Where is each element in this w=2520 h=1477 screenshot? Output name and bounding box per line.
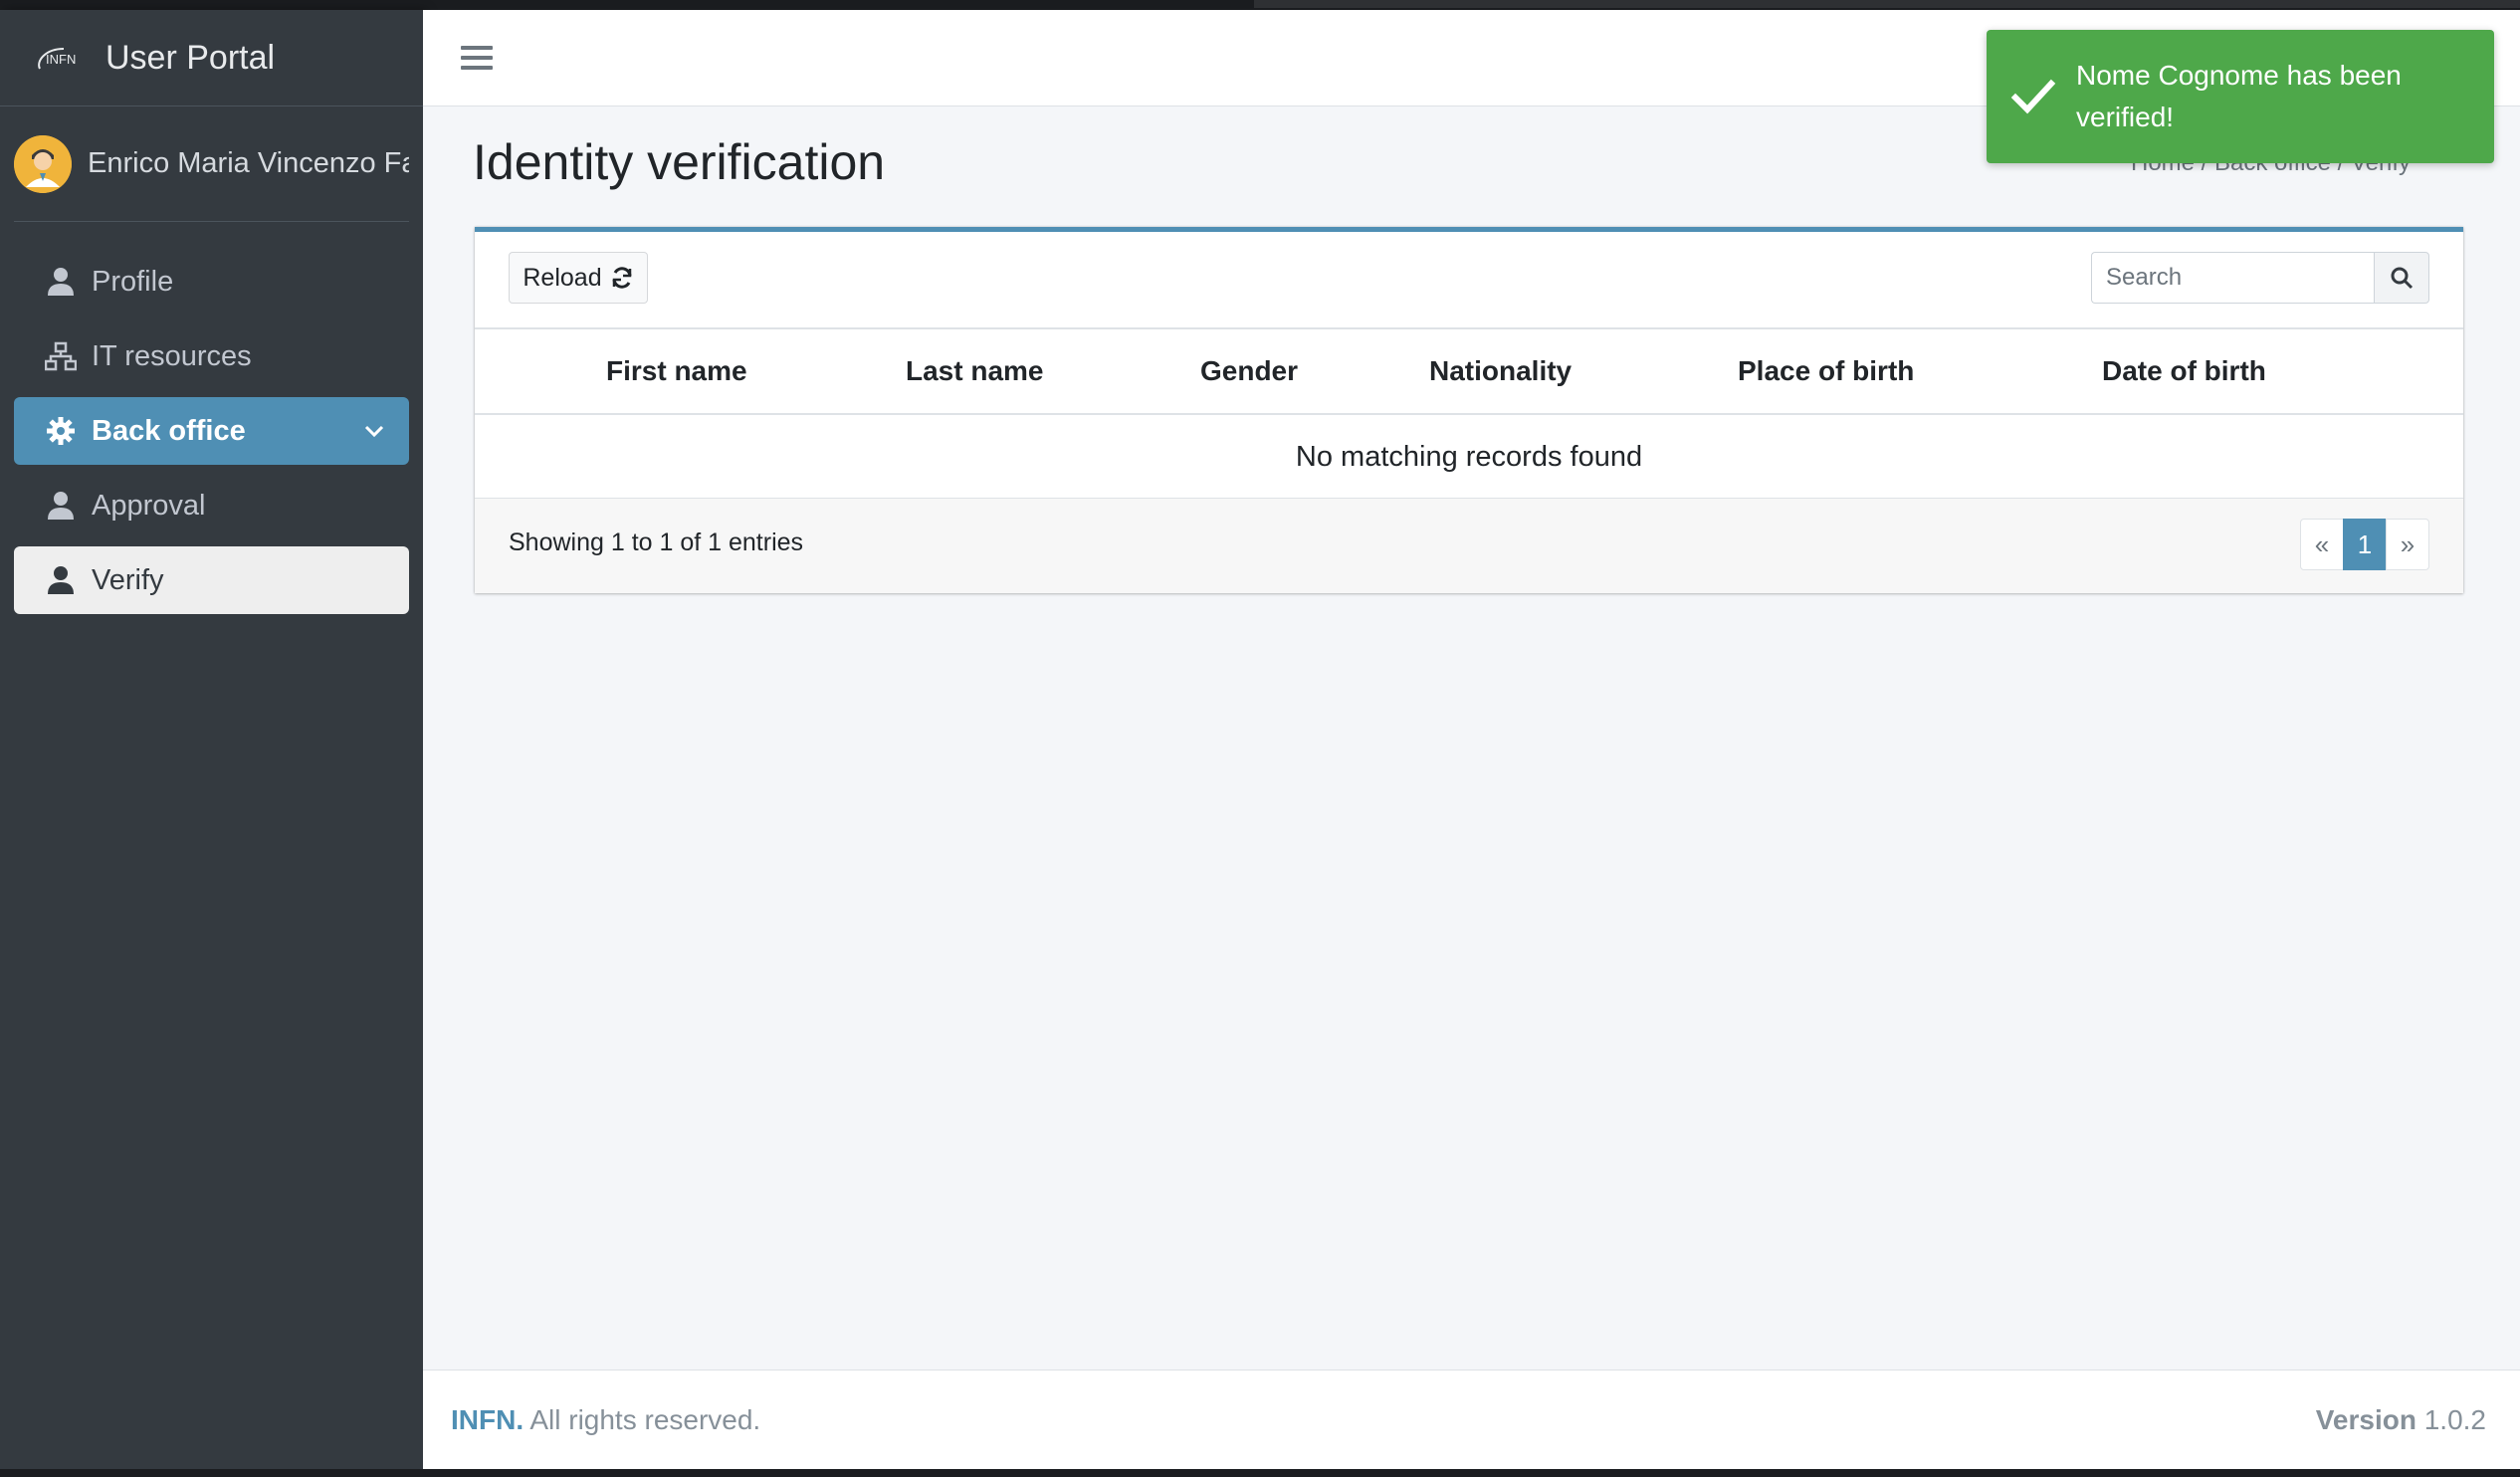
page-title: Identity verification xyxy=(473,134,886,190)
pagination: « 1 » xyxy=(2300,519,2429,570)
reload-button[interactable]: Reload xyxy=(509,252,648,304)
pagination-prev[interactable]: « xyxy=(2300,519,2344,570)
version-label: Version xyxy=(2315,1403,2416,1435)
column-header-first-name[interactable]: First name xyxy=(606,328,906,414)
column-header-place-of-birth[interactable]: Place of birth xyxy=(1738,328,2102,414)
avatar-icon xyxy=(14,134,72,193)
version-info: Version 1.0.2 xyxy=(2316,1404,2486,1436)
empty-table-message: No matching records found xyxy=(1295,441,1643,473)
table-info: Showing 1 to 1 of 1 entries xyxy=(509,528,804,556)
toast-message: Nome Cognome has been verified! xyxy=(2076,60,2402,132)
sidebar-item-label: Approval xyxy=(92,489,206,522)
search-button[interactable] xyxy=(2374,252,2429,304)
gear-icon xyxy=(44,414,78,448)
sidebar-item-label: Verify xyxy=(92,563,164,596)
column-spacer xyxy=(475,328,606,414)
user-icon xyxy=(44,489,78,523)
svg-text:INFN: INFN xyxy=(46,52,76,67)
sidebar-item-label: Back office xyxy=(92,414,246,447)
search-group xyxy=(2091,252,2429,304)
version-number: 1.0.2 xyxy=(2423,1403,2486,1435)
table-toolbar: Reload xyxy=(475,232,2463,327)
chevron-down-icon xyxy=(361,418,387,444)
sidebar-item-label: Profile xyxy=(92,265,174,298)
main-content: Identity verification Home / Back office… xyxy=(423,10,2520,1469)
user-panel[interactable]: Enrico Maria Vincenzo Fa xyxy=(14,106,409,222)
pagination-page-1[interactable]: 1 xyxy=(2343,519,2387,570)
sidebar: INFN User Portal Enrico Maria Vincenzo F… xyxy=(0,10,423,1469)
verification-table-card: Reload First name L xyxy=(475,227,2463,593)
sidebar-item-approval[interactable]: Approval xyxy=(14,472,409,539)
infn-logo-icon: INFN xyxy=(38,48,76,70)
footer-org-link[interactable]: INFN. xyxy=(451,1404,524,1435)
brand-title: User Portal xyxy=(105,38,276,77)
window-top-strip xyxy=(0,0,2520,10)
verification-table: First name Last name Gender Nationality … xyxy=(475,327,2463,500)
sidebar-item-verify[interactable]: Verify xyxy=(14,546,409,614)
copyright: INFN. All rights reserved. xyxy=(451,1404,760,1436)
avatar xyxy=(14,134,72,193)
search-icon xyxy=(2391,267,2414,290)
sidebar-item-it-resources[interactable]: IT resources xyxy=(14,322,409,390)
table-header-row: First name Last name Gender Nationality … xyxy=(475,328,2463,414)
sidebar-item-label: IT resources xyxy=(92,339,252,372)
footer-rights: All rights reserved. xyxy=(524,1403,761,1435)
table-row: No matching records found xyxy=(475,414,2463,500)
column-header-last-name[interactable]: Last name xyxy=(906,328,1200,414)
reload-label: Reload xyxy=(523,263,602,292)
column-header-gender[interactable]: Gender xyxy=(1200,328,1429,414)
checkmark-icon xyxy=(2010,79,2056,114)
user-icon xyxy=(44,265,78,299)
column-header-date-of-birth[interactable]: Date of birth xyxy=(2102,328,2463,414)
user-name: Enrico Maria Vincenzo Fa xyxy=(88,147,409,179)
sidebar-item-profile[interactable]: Profile xyxy=(14,248,409,316)
sidebar-item-back-office[interactable]: Back office xyxy=(14,397,409,465)
window-bottom-strip xyxy=(0,1469,2520,1477)
user-icon xyxy=(44,563,78,597)
success-toast[interactable]: Nome Cognome has been verified! xyxy=(1987,30,2494,163)
sitemap-icon xyxy=(44,339,78,373)
menu-toggle-icon[interactable] xyxy=(461,42,493,74)
sidebar-nav: Profile IT resources Back office Approva… xyxy=(0,222,423,614)
refresh-icon xyxy=(612,267,632,289)
table-footer: Showing 1 to 1 of 1 entries « 1 » xyxy=(475,498,2463,593)
page-footer: INFN. All rights reserved. Version 1.0.2 xyxy=(423,1370,2520,1469)
search-input[interactable] xyxy=(2091,252,2374,304)
pagination-next[interactable]: » xyxy=(2386,519,2429,570)
brand[interactable]: INFN User Portal xyxy=(0,10,423,106)
column-header-nationality[interactable]: Nationality xyxy=(1429,328,1738,414)
